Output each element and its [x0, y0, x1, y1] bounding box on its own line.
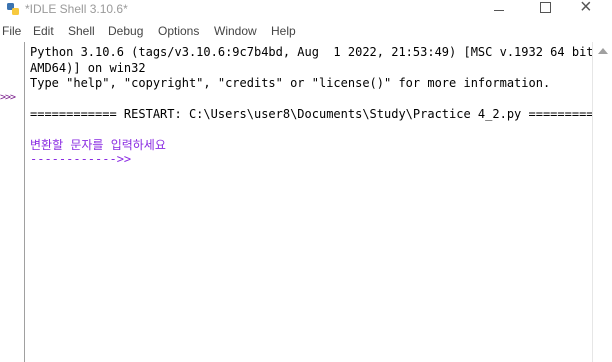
maximize-button[interactable]: [522, 0, 568, 20]
minimize-button[interactable]: [476, 0, 522, 20]
menu-options[interactable]: Options: [158, 24, 199, 38]
menu-window[interactable]: Window: [214, 24, 257, 38]
menu-bar: File Edit Shell Debug Options Window Hel…: [0, 22, 612, 42]
banner-line-1: Python 3.10.6 (tags/v3.10.6:9c7b4bd, Aug…: [30, 45, 608, 59]
shell-prompt: >>>: [0, 92, 16, 103]
close-button[interactable]: ×: [568, 0, 612, 20]
minimize-icon: [494, 10, 504, 11]
maximize-icon: [540, 2, 551, 13]
program-output-line: 변환할 문자를 입력하세요: [30, 138, 166, 152]
banner-line-2: AMD64)] on win32: [30, 61, 146, 75]
menu-shell[interactable]: Shell: [68, 24, 95, 38]
idle-shell-window: *IDLE Shell 3.10.6* × File Edit Shell De…: [0, 0, 612, 362]
menu-help[interactable]: Help: [271, 24, 296, 38]
close-icon: ×: [580, 0, 592, 18]
title-bar[interactable]: *IDLE Shell 3.10.6* ×: [0, 0, 612, 20]
scroll-up-arrow-icon[interactable]: [598, 48, 608, 54]
input-prompt-line: ------------>>: [30, 152, 132, 166]
shell-text-area[interactable]: Python 3.10.6 (tags/v3.10.6:9c7b4bd, Aug…: [25, 42, 608, 362]
window-title: *IDLE Shell 3.10.6*: [25, 2, 128, 16]
banner-line-3: Type "help", "copyright", "credits" or "…: [30, 76, 551, 90]
restart-line: ============ RESTART: C:\Users\user8\Doc…: [30, 107, 608, 121]
menu-file[interactable]: File: [2, 24, 21, 38]
python-icon: [7, 3, 19, 15]
menu-edit[interactable]: Edit: [33, 24, 54, 38]
vertical-scrollbar[interactable]: [592, 42, 612, 362]
menu-debug[interactable]: Debug: [108, 24, 143, 38]
